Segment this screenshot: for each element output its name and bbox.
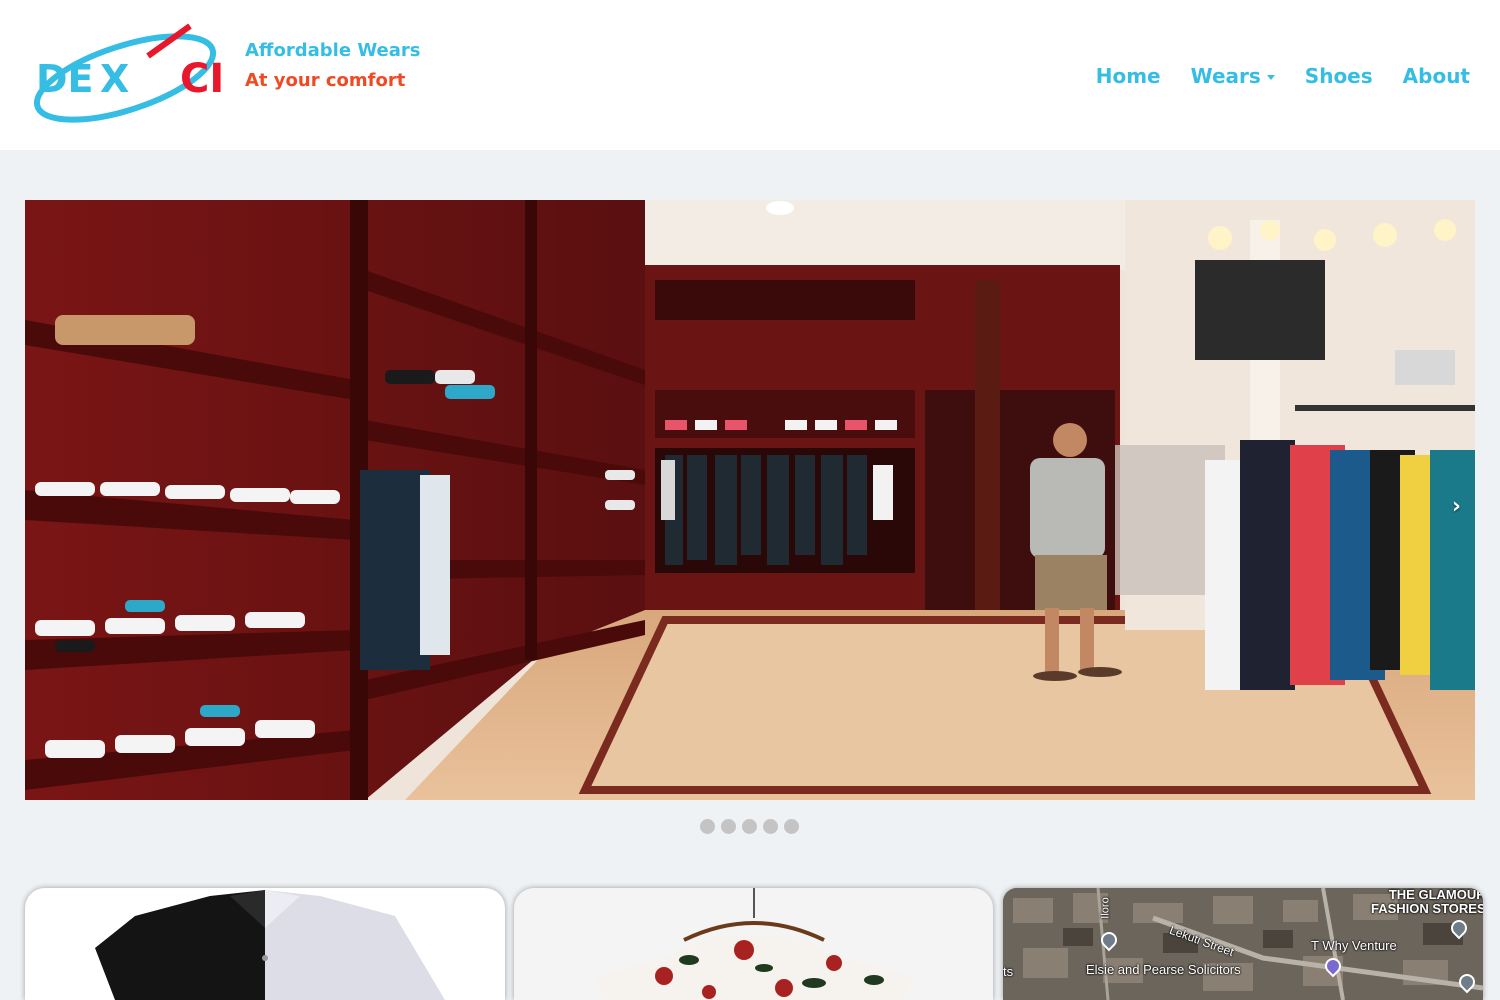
nav-wears-label: Wears xyxy=(1190,64,1261,88)
dexci-logo[interactable]: DE X CI xyxy=(30,20,240,130)
brand-tagline: Affordable Wears At your comfort xyxy=(245,38,420,98)
hero-carousel[interactable]: › xyxy=(25,200,1475,800)
tshirt-image xyxy=(594,888,914,1000)
nav-wears[interactable]: Wears xyxy=(1191,60,1275,92)
product-card-tshirt[interactable] xyxy=(514,888,993,1000)
nav-shoes[interactable]: Shoes xyxy=(1305,60,1373,92)
tagline-line2: At your comfort xyxy=(245,70,406,91)
site-header: DE X CI Affordable Wears At your comfort… xyxy=(0,0,1500,150)
nav-home[interactable]: Home xyxy=(1096,60,1161,92)
main-nav: Home Wears Shoes About xyxy=(1096,60,1470,92)
carousel-dot[interactable] xyxy=(784,819,799,834)
store-interior-image xyxy=(25,200,1475,800)
map-label-venture: T Why Venture xyxy=(1311,938,1397,953)
nav-about[interactable]: About xyxy=(1403,60,1470,92)
tagline-line1: Affordable Wears xyxy=(245,40,421,61)
svg-text:X: X xyxy=(100,57,129,101)
map-label-edge-left: ts xyxy=(1003,964,1014,979)
svg-text:DE: DE xyxy=(36,57,94,101)
carousel-dot[interactable] xyxy=(763,819,778,834)
svg-text:CI: CI xyxy=(180,56,224,102)
caret-down-icon xyxy=(1266,75,1275,80)
store-location-map[interactable]: THE GLAMOUR FASHION STORES Lekuti Street… xyxy=(1003,888,1483,1000)
product-card-shirt[interactable] xyxy=(25,888,505,1000)
carousel-dot[interactable] xyxy=(721,819,736,834)
carousel-indicators xyxy=(700,819,799,834)
map-label-vertical: Iloro xyxy=(1099,897,1112,919)
chevron-right-icon[interactable]: › xyxy=(1452,494,1461,519)
map-label-store: THE GLAMOUR FASHION STORES xyxy=(1371,888,1483,916)
map-label-solicitors: Elsie and Pearse Solicitors xyxy=(1086,962,1241,977)
shirt-image xyxy=(95,890,445,1000)
carousel-dot[interactable] xyxy=(700,819,715,834)
carousel-dot[interactable] xyxy=(742,819,757,834)
